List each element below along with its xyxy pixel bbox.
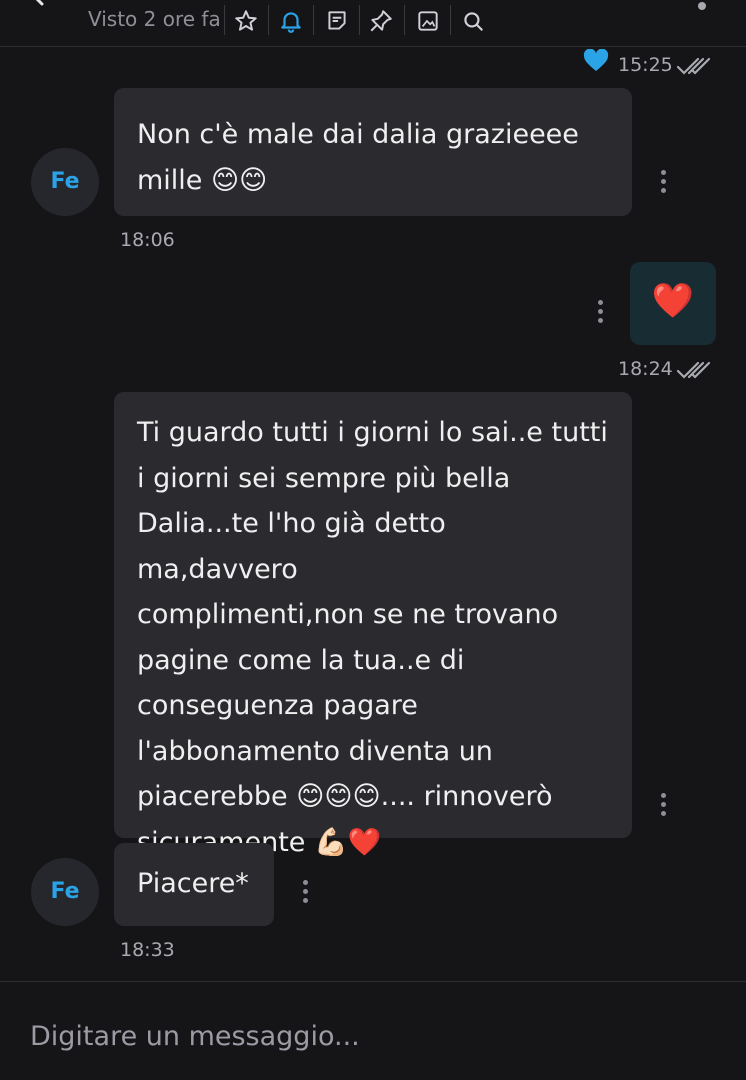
search-icon[interactable] [460,8,486,34]
message-time: 18:24 [618,358,673,380]
message-time: 15:25 [618,54,673,76]
outgoing-message-bubble[interactable]: ❤️ [630,262,716,345]
chat-screen: Visto 2 ore fa 15:25 Fe Non c'è male dai… [0,0,746,1080]
more-options-icon[interactable] [698,2,706,10]
divider [268,5,269,35]
incoming-message-bubble[interactable]: Ti guardo tutti i giorni lo sai..e tutti… [114,392,632,858]
message-options-icon[interactable] [660,793,666,817]
back-arrow-icon[interactable] [28,0,58,14]
message-input[interactable] [30,1016,710,1056]
divider [404,5,405,35]
message-text: Ti guardo tutti i giorni lo sai..e tutti… [137,417,608,858]
pin-icon[interactable] [368,8,394,34]
note-icon[interactable] [324,8,350,34]
blue-heart-icon [583,49,609,71]
message-text: Non c'è male dai dalia grazieeee mille 😊… [137,119,579,196]
last-seen-status: Visto 2 ore fa [88,7,221,31]
message-time: 18:33 [120,939,175,961]
message-composer [0,981,746,1080]
double-check-icon [676,57,711,75]
divider [313,5,314,35]
incoming-message-bubble[interactable]: Piacere* [114,843,274,926]
avatar[interactable]: Fe [31,858,99,926]
message-options-icon[interactable] [597,300,603,324]
divider [450,5,451,35]
double-check-icon [676,361,711,379]
message-options-icon[interactable] [660,170,666,194]
message-text: Piacere* [137,868,249,899]
heart-emoji-message: ❤️ [651,281,695,321]
image-icon[interactable] [415,8,441,34]
message-time: 18:06 [120,229,175,251]
bell-icon[interactable] [278,8,304,34]
star-icon[interactable] [233,8,259,34]
message-options-icon[interactable] [302,880,308,904]
avatar[interactable]: Fe [31,148,99,216]
chat-header: Visto 2 ore fa [0,0,746,47]
incoming-message-bubble[interactable]: Non c'è male dai dalia grazieeee mille 😊… [114,88,632,216]
divider [224,5,225,35]
divider [359,5,360,35]
